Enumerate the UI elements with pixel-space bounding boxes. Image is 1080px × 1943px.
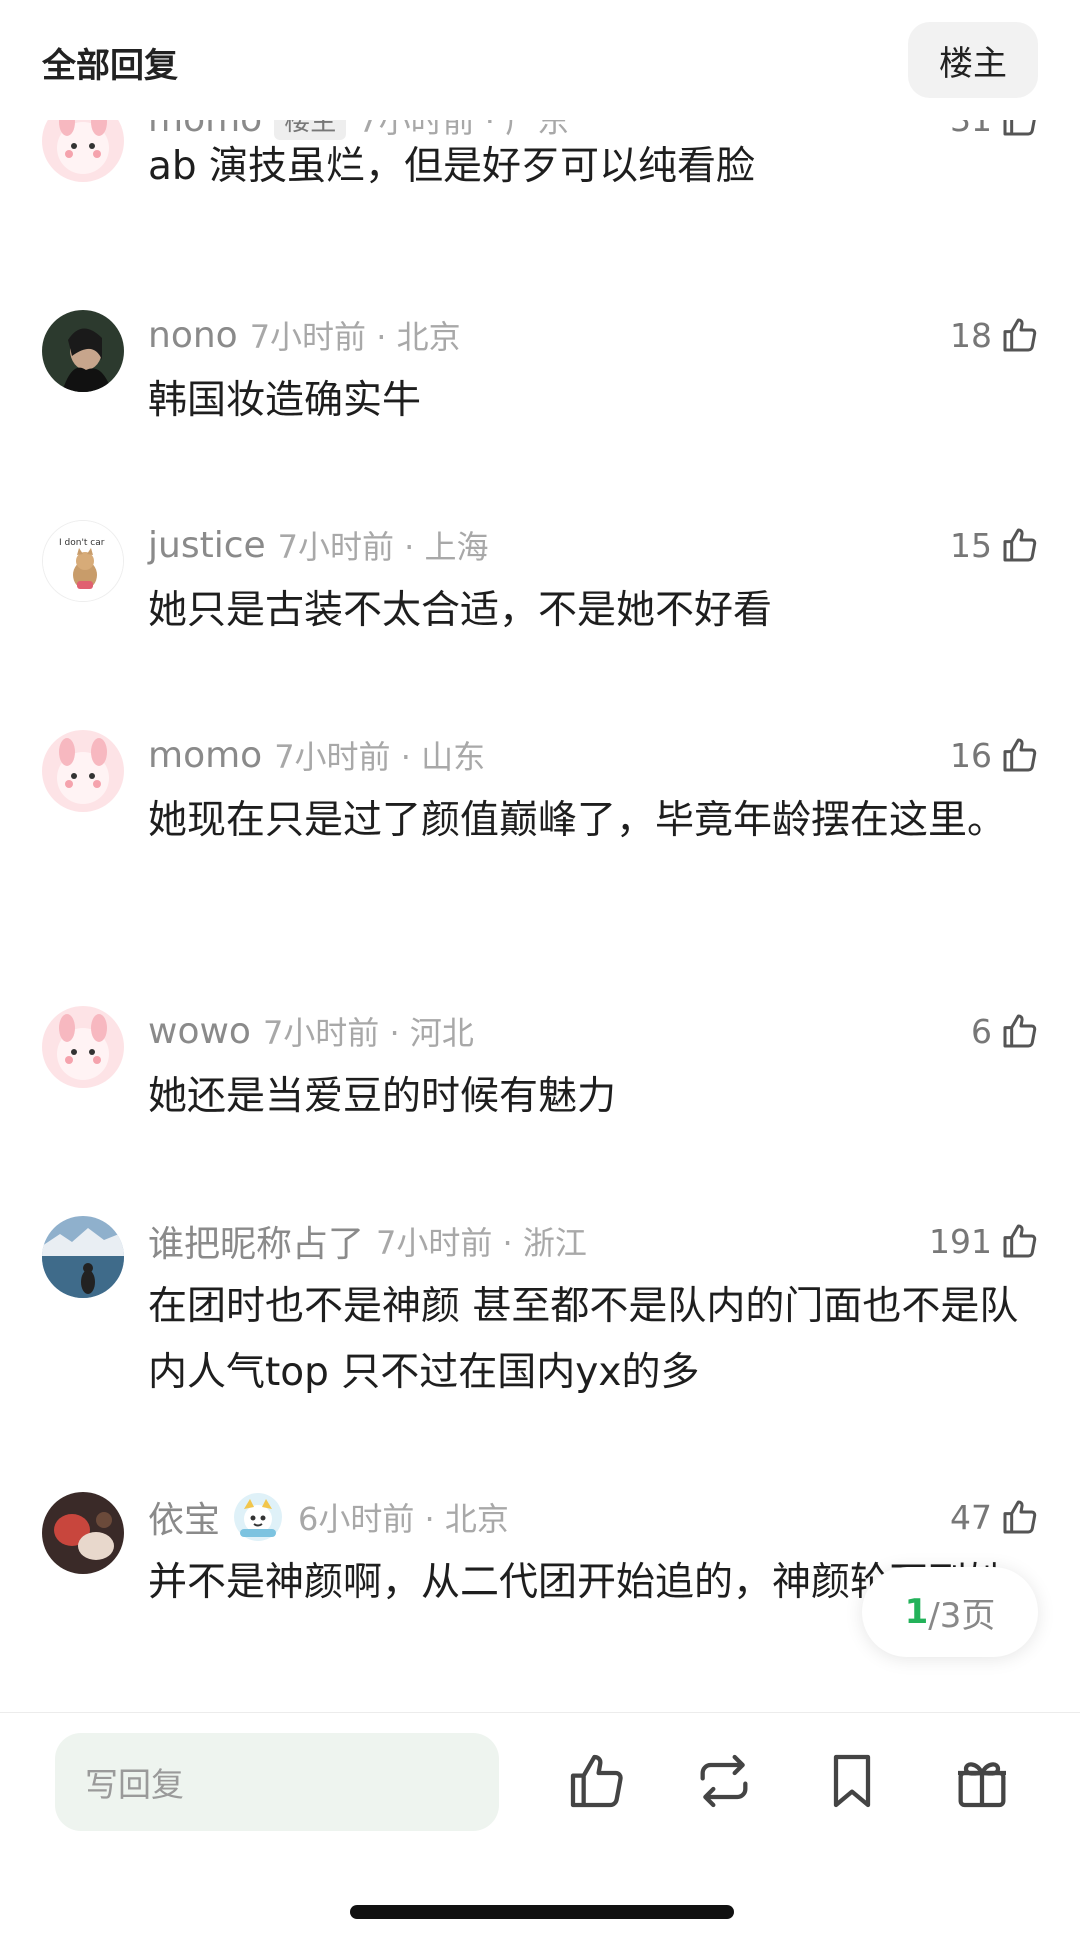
like-button[interactable]: 18 xyxy=(950,310,1040,360)
only-op-button[interactable]: 楼主 xyxy=(908,22,1038,98)
comment-text: 韩国妆造确实牛 xyxy=(148,378,422,423)
username[interactable]: wowo xyxy=(148,1011,251,1052)
page-title: 全部回复 xyxy=(42,46,178,86)
thumbs-up-icon xyxy=(1003,1224,1037,1258)
like-count: 191 xyxy=(929,1221,992,1261)
comment-meta: 谁把昵称占了 7小时前 · 浙江 xyxy=(148,1216,587,1266)
timestamp-location: 6小时前 · 北京 xyxy=(298,1500,509,1538)
comment-list: momo 楼主 7小时前 · 广东 31 ab 演技虽烂，但是好歹可以纯看脸 n… xyxy=(0,0,1080,1712)
comment-meta: justice 7小时前 · 上海 xyxy=(148,520,489,570)
username[interactable]: momo xyxy=(148,735,262,776)
total-pages: /3页 xyxy=(928,1595,996,1636)
like-count: 47 xyxy=(950,1497,992,1537)
comment-text: ab 演技虽烂，但是好歹可以纯看脸 xyxy=(148,144,756,189)
avatar[interactable] xyxy=(42,1006,124,1088)
thumbs-up-icon xyxy=(1003,1500,1037,1534)
like-count: 6 xyxy=(971,1011,992,1051)
like-button[interactable]: 15 xyxy=(950,520,1040,570)
comment-meta: wowo 7小时前 · 河北 xyxy=(148,1006,474,1056)
repost-icon[interactable] xyxy=(692,1749,756,1813)
username[interactable]: nono xyxy=(148,315,238,356)
like-count: 16 xyxy=(950,735,992,775)
comment-meta: nono 7小时前 · 北京 xyxy=(148,310,461,360)
timestamp-location: 7小时前 · 山东 xyxy=(274,738,486,776)
bottom-action-bar: 写回复 xyxy=(0,1712,1080,1943)
reply-input[interactable]: 写回复 xyxy=(55,1733,499,1831)
timestamp-location: 7小时前 · 浙江 xyxy=(376,1224,587,1262)
comment-text: 她只是古装不太合适，不是她不好看 xyxy=(148,588,773,633)
like-count: 18 xyxy=(950,315,992,355)
like-button[interactable]: 6 xyxy=(971,1006,1040,1056)
thumbs-up-icon xyxy=(1003,528,1037,562)
thumbs-up-icon xyxy=(1003,318,1037,352)
thumbs-up-icon xyxy=(1003,738,1037,772)
home-indicator xyxy=(350,1905,734,1919)
avatar[interactable] xyxy=(42,310,124,392)
pagination-indicator[interactable]: 1 /3页 xyxy=(862,1567,1038,1657)
like-button[interactable]: 47 xyxy=(950,1492,1040,1542)
avatar[interactable] xyxy=(42,1216,124,1298)
avatar[interactable]: I don't car xyxy=(42,520,124,602)
gift-icon[interactable] xyxy=(950,1749,1014,1813)
like-button[interactable]: 16 xyxy=(950,730,1040,780)
fan-badge-icon xyxy=(234,1493,283,1541)
username[interactable]: justice xyxy=(148,525,266,566)
username[interactable]: 谁把昵称占了 xyxy=(148,1215,364,1267)
timestamp-location: 7小时前 · 河北 xyxy=(262,1014,474,1052)
like-count: 15 xyxy=(950,525,992,565)
current-page: 1 xyxy=(904,1592,929,1632)
comment-meta: 依宝 6小时前 · 北京 xyxy=(148,1492,509,1542)
avatar[interactable] xyxy=(42,730,124,812)
header: 全部回复 楼主 xyxy=(0,0,1080,120)
thumbs-up-icon xyxy=(1003,1014,1037,1048)
bookmark-icon[interactable] xyxy=(820,1749,884,1813)
username[interactable]: 依宝 xyxy=(148,1491,220,1543)
avatar-caption: I don't car xyxy=(59,538,105,548)
comment-meta: momo 7小时前 · 山东 xyxy=(148,730,485,780)
comment-text: 她还是当爱豆的时候有魅力 xyxy=(148,1074,617,1119)
comment-text: 在团时也不是神颜 甚至都不是队内的门面也不是队内人气top 只不过在国内yx的多 xyxy=(148,1284,1019,1395)
like-button[interactable]: 191 xyxy=(929,1216,1040,1266)
comment-text: 她现在只是过了颜值巅峰了，毕竟年龄摆在这里。 xyxy=(148,798,1007,843)
timestamp-location: 7小时前 · 北京 xyxy=(249,318,461,356)
timestamp-location: 7小时前 · 上海 xyxy=(277,528,489,566)
avatar[interactable] xyxy=(42,1492,124,1574)
like-icon[interactable] xyxy=(565,1749,629,1813)
